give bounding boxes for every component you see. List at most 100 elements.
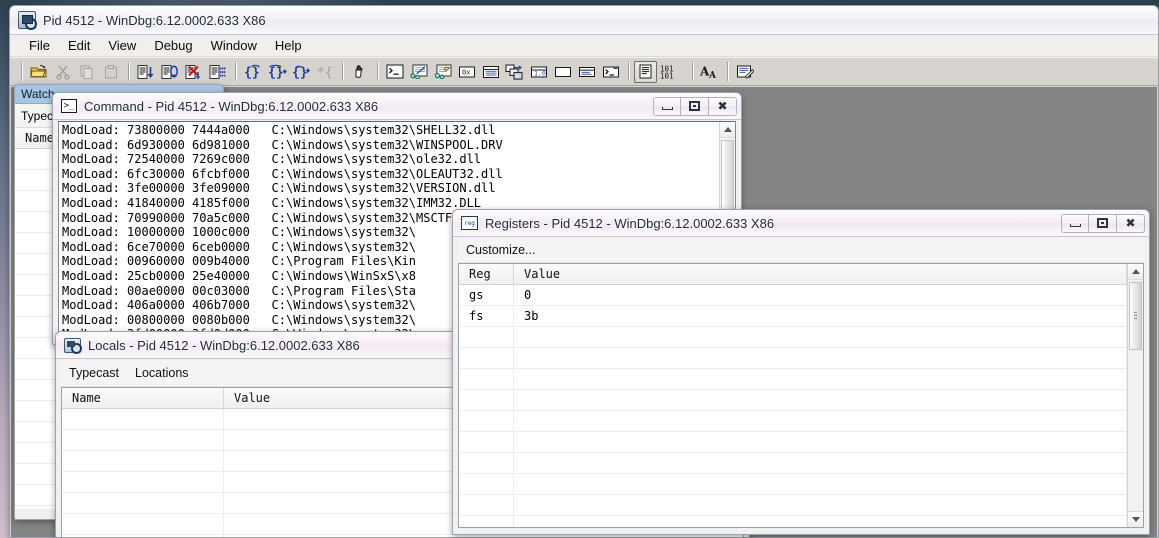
main-toolbar[interactable]: {} {} {} *{} (10, 57, 1158, 86)
registers-window-controls[interactable]: ✖ (1061, 213, 1145, 233)
toolbar-separator (235, 62, 236, 81)
command-title-bar[interactable]: >_ Command - Pid 4512 - WinDbg:6.12.0002… (53, 93, 741, 120)
toolbar-separator (342, 62, 343, 81)
watch-window-icon[interactable] (407, 61, 430, 83)
table-row[interactable] (459, 411, 1127, 432)
table-row[interactable] (459, 516, 1127, 527)
registers-grid[interactable]: Reg Value gs 0 fs 3b (458, 263, 1144, 528)
step-over-icon[interactable] (158, 61, 181, 83)
registers-grid-header: Reg Value (459, 264, 1143, 285)
memory-window-icon[interactable] (479, 61, 502, 83)
menu-debug[interactable]: Debug (145, 36, 201, 55)
scroll-up-arrow-icon[interactable] (720, 122, 735, 138)
command-close-button[interactable]: ✖ (709, 96, 737, 116)
toolbar-separator (727, 62, 728, 81)
source-mode-icon[interactable] (634, 60, 657, 83)
registers-maximize-button[interactable] (1089, 213, 1117, 233)
table-row[interactable] (459, 390, 1127, 411)
menu-edit[interactable]: Edit (59, 36, 99, 55)
break-hand-icon[interactable] (348, 61, 371, 83)
locals-menu-locations[interactable]: Locations (135, 366, 189, 380)
braces-disabled-icon: *{} (313, 61, 336, 83)
windbg-icon (18, 11, 37, 30)
table-row[interactable]: fs 3b (459, 306, 1127, 327)
table-row[interactable] (459, 369, 1127, 390)
locals-menu-typecast[interactable]: Typecast (69, 366, 119, 380)
svg-text:101: 101 (660, 71, 674, 80)
register-name: fs (459, 306, 514, 326)
numeric-base-icon[interactable]: 101 101 (658, 61, 686, 83)
table-row[interactable]: gs 0 (459, 285, 1127, 306)
locals-icon (64, 337, 82, 354)
stop-debugging-icon[interactable] (182, 61, 205, 83)
step-out-icon[interactable]: {} (265, 61, 288, 83)
svg-text:A: A (708, 71, 717, 80)
command-window-controls[interactable]: ✖ (653, 96, 737, 116)
trace-icon[interactable] (206, 61, 229, 83)
run-to-cursor-icon[interactable]: {} (241, 61, 264, 83)
register-value[interactable]: 0 (514, 285, 1127, 305)
locals-column-name: Name (62, 388, 224, 408)
table-row[interactable] (459, 327, 1127, 348)
table-row[interactable] (459, 348, 1127, 369)
menu-help[interactable]: Help (266, 36, 311, 55)
registers-window-icon[interactable]: 0x (455, 61, 478, 83)
toolbar-separator (628, 62, 629, 81)
main-title-bar[interactable]: Pid 4512 - WinDbg:6.12.0002.633 X86 (10, 6, 1158, 35)
call-stack-icon[interactable] (503, 61, 526, 83)
registers-icon: reg (461, 216, 478, 230)
registers-window-title: Registers - Pid 4512 - WinDbg:6.12.0002.… (485, 215, 775, 231)
registers-grid-body[interactable]: gs 0 fs 3b (459, 285, 1143, 527)
toolbar-separator (128, 62, 129, 81)
table-row[interactable] (459, 495, 1127, 516)
svg-text:{}: {} (268, 65, 284, 80)
command-browser-icon[interactable] (599, 61, 622, 83)
svg-text:*{}: *{} (317, 65, 335, 80)
processes-threads-icon[interactable] (575, 61, 598, 83)
table-row[interactable] (459, 453, 1127, 474)
toolbar-separator (21, 62, 22, 81)
scratch-pad-icon[interactable] (551, 61, 574, 83)
svg-text:1.0: 1.0 (534, 69, 546, 77)
command-window-icon[interactable] (383, 61, 406, 83)
registers-title-bar[interactable]: reg Registers - Pid 4512 - WinDbg:6.12.0… (453, 210, 1149, 237)
register-value[interactable]: 3b (514, 306, 1127, 326)
toolbar-separator (692, 62, 693, 81)
copy-icon (75, 61, 98, 83)
command-minimize-button[interactable] (653, 96, 681, 116)
registers-column-reg: Reg (459, 264, 514, 284)
registers-vertical-scrollbar[interactable] (1127, 264, 1143, 527)
scroll-up-arrow-icon[interactable] (1128, 264, 1143, 280)
font-icon[interactable]: A A (698, 61, 721, 83)
registers-menu-customize[interactable]: Customize... (466, 243, 535, 257)
paste-icon (99, 61, 122, 83)
table-row[interactable] (459, 474, 1127, 495)
command-window-title: Command - Pid 4512 - WinDbg:6.12.0002.63… (84, 98, 379, 114)
scroll-down-arrow-icon[interactable] (1128, 511, 1143, 527)
registers-scroll-thumb[interactable] (1129, 282, 1142, 350)
registers-column-value: Value (514, 264, 1127, 284)
registers-menu-bar[interactable]: Customize... (458, 238, 1144, 263)
options-icon[interactable] (733, 61, 756, 83)
toolbar-separator (377, 62, 378, 81)
locals-window-icon[interactable] (431, 61, 454, 83)
step-into-icon[interactable] (134, 61, 157, 83)
open-workspace-icon[interactable] (27, 61, 50, 83)
register-name: gs (459, 285, 514, 305)
menu-window[interactable]: Window (202, 36, 266, 55)
menu-view[interactable]: View (99, 36, 145, 55)
disassembly-icon[interactable]: 1.0 (527, 61, 550, 83)
menu-file[interactable]: File (20, 36, 59, 55)
svg-text:{}: {} (244, 65, 260, 80)
command-maximize-button[interactable] (681, 96, 709, 116)
main-window-title: Pid 4512 - WinDbg:6.12.0002.633 X86 (43, 12, 266, 28)
go-up-icon[interactable]: {} (289, 61, 312, 83)
svg-text:0x: 0x (462, 68, 470, 76)
table-row[interactable] (62, 535, 743, 537)
main-menu-bar[interactable]: File Edit View Debug Window Help (10, 35, 1158, 57)
table-row[interactable] (459, 432, 1127, 453)
registers-close-button[interactable]: ✖ (1117, 213, 1145, 233)
cut-icon (51, 61, 74, 83)
registers-window[interactable]: reg Registers - Pid 4512 - WinDbg:6.12.0… (452, 209, 1150, 535)
registers-minimize-button[interactable] (1061, 213, 1089, 233)
